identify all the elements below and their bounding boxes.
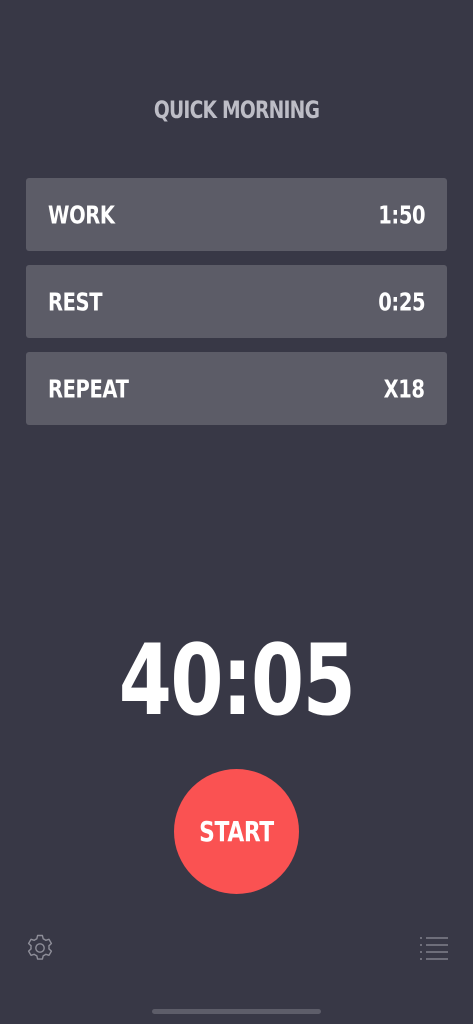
work-label: WORK <box>48 200 115 229</box>
timer-screen: QUICK MORNING WORK 1:50 REST 0:25 REPEAT… <box>0 0 473 1024</box>
start-button-label: START <box>199 814 274 848</box>
home-indicator[interactable] <box>152 1009 321 1014</box>
rest-label: REST <box>48 287 103 316</box>
work-value: 1:50 <box>378 200 425 229</box>
settings-button[interactable] <box>24 932 56 964</box>
start-button[interactable]: START <box>174 769 299 894</box>
gear-icon <box>27 934 53 960</box>
total-time: 40:05 <box>118 624 356 738</box>
workout-title[interactable]: QUICK MORNING <box>52 96 421 124</box>
rest-row[interactable]: REST 0:25 <box>26 265 447 338</box>
rest-value: 0:25 <box>378 287 425 316</box>
repeat-row[interactable]: REPEAT X18 <box>26 352 447 425</box>
list-icon <box>420 937 448 960</box>
list-button[interactable] <box>419 934 449 962</box>
repeat-label: REPEAT <box>48 374 129 403</box>
work-row[interactable]: WORK 1:50 <box>26 178 447 251</box>
repeat-value: X18 <box>383 374 425 403</box>
